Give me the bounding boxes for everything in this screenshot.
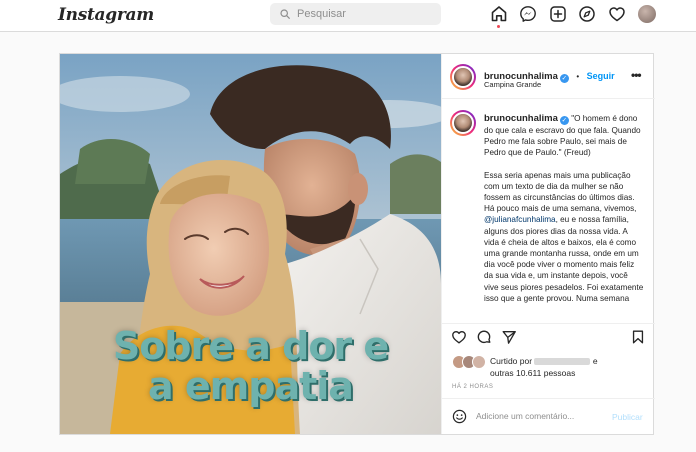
post-image[interactable]: Sobre a dor e a empatia — [60, 54, 441, 434]
liked-by-suffix: e — [592, 356, 598, 366]
heart-icon[interactable] — [608, 5, 626, 23]
liker-avatar — [472, 355, 486, 369]
caption-scroll-area[interactable]: brunocunhalima ✓ "O homem é dono do que c… — [442, 100, 655, 324]
search-icon — [280, 9, 290, 19]
post-timestamp[interactable]: HÁ 2 HORAS — [452, 384, 493, 390]
caption-avatar[interactable] — [450, 110, 476, 136]
likes-count-link[interactable]: outras 10.611 pessoas — [490, 368, 575, 378]
overlay-line-1: Sobre a dor e — [112, 324, 389, 368]
post-caption: brunocunhalima ✓ "O homem é dono do que c… — [484, 113, 644, 315]
post-actions-bar — [442, 326, 655, 350]
caption-verified-badge-icon: ✓ — [559, 116, 569, 125]
follow-button[interactable]: Seguir — [587, 71, 615, 81]
post-location[interactable]: Campina Grande — [484, 80, 541, 89]
save-bookmark-icon[interactable] — [630, 329, 646, 345]
post-side-panel: brunocunhalima ✓ • Seguir Campina Grande … — [441, 54, 655, 434]
instagram-logo[interactable]: Instagram — [58, 5, 154, 25]
caption-mention-link[interactable]: @julianafcunhalima — [484, 215, 556, 224]
search-input[interactable] — [297, 8, 427, 20]
likes-summary: Curtido por e outras 10.611 pessoas — [452, 353, 652, 381]
more-options-icon[interactable]: ••• — [631, 68, 642, 82]
post-header: brunocunhalima ✓ • Seguir Campina Grande … — [442, 54, 655, 99]
emoji-icon[interactable] — [452, 409, 467, 424]
top-navigation-bar: Instagram — [0, 0, 696, 32]
home-icon[interactable] — [490, 5, 508, 23]
image-overlay-title: Sobre a dor e a empatia — [60, 326, 441, 406]
new-post-icon[interactable] — [549, 5, 567, 23]
liker-avatars[interactable] — [452, 355, 486, 369]
comment-bubble-icon[interactable] — [476, 329, 492, 345]
caption-username[interactable]: brunocunhalima — [484, 113, 558, 124]
profile-avatar[interactable] — [638, 5, 656, 23]
publish-comment-button[interactable]: Publicar — [612, 412, 643, 422]
verified-badge-icon: ✓ — [559, 74, 569, 83]
blurred-username[interactable] — [534, 358, 591, 365]
post-card: Sobre a dor e a empatia brunocunhalima ✓ … — [59, 53, 655, 435]
home-active-dot — [497, 25, 500, 28]
overlay-line-2: a empatia — [148, 364, 354, 408]
share-send-icon[interactable] — [501, 329, 517, 345]
comment-input[interactable] — [476, 411, 606, 421]
author-avatar[interactable] — [450, 64, 476, 90]
search-box[interactable] — [270, 3, 441, 25]
messenger-icon[interactable] — [519, 5, 537, 23]
like-heart-icon[interactable] — [451, 329, 467, 345]
caption-body-2: , eu e nossa família, alguns dos piores … — [484, 215, 644, 303]
explore-icon[interactable] — [578, 5, 596, 23]
separator-dot: • — [576, 72, 580, 81]
caption-body-1: Essa seria apenas mais uma publicação co… — [484, 170, 637, 214]
liked-by-prefix: Curtido por — [490, 356, 533, 366]
likes-text: Curtido por e outras 10.611 pessoas — [490, 355, 650, 379]
comment-composer: Publicar — [442, 398, 655, 434]
